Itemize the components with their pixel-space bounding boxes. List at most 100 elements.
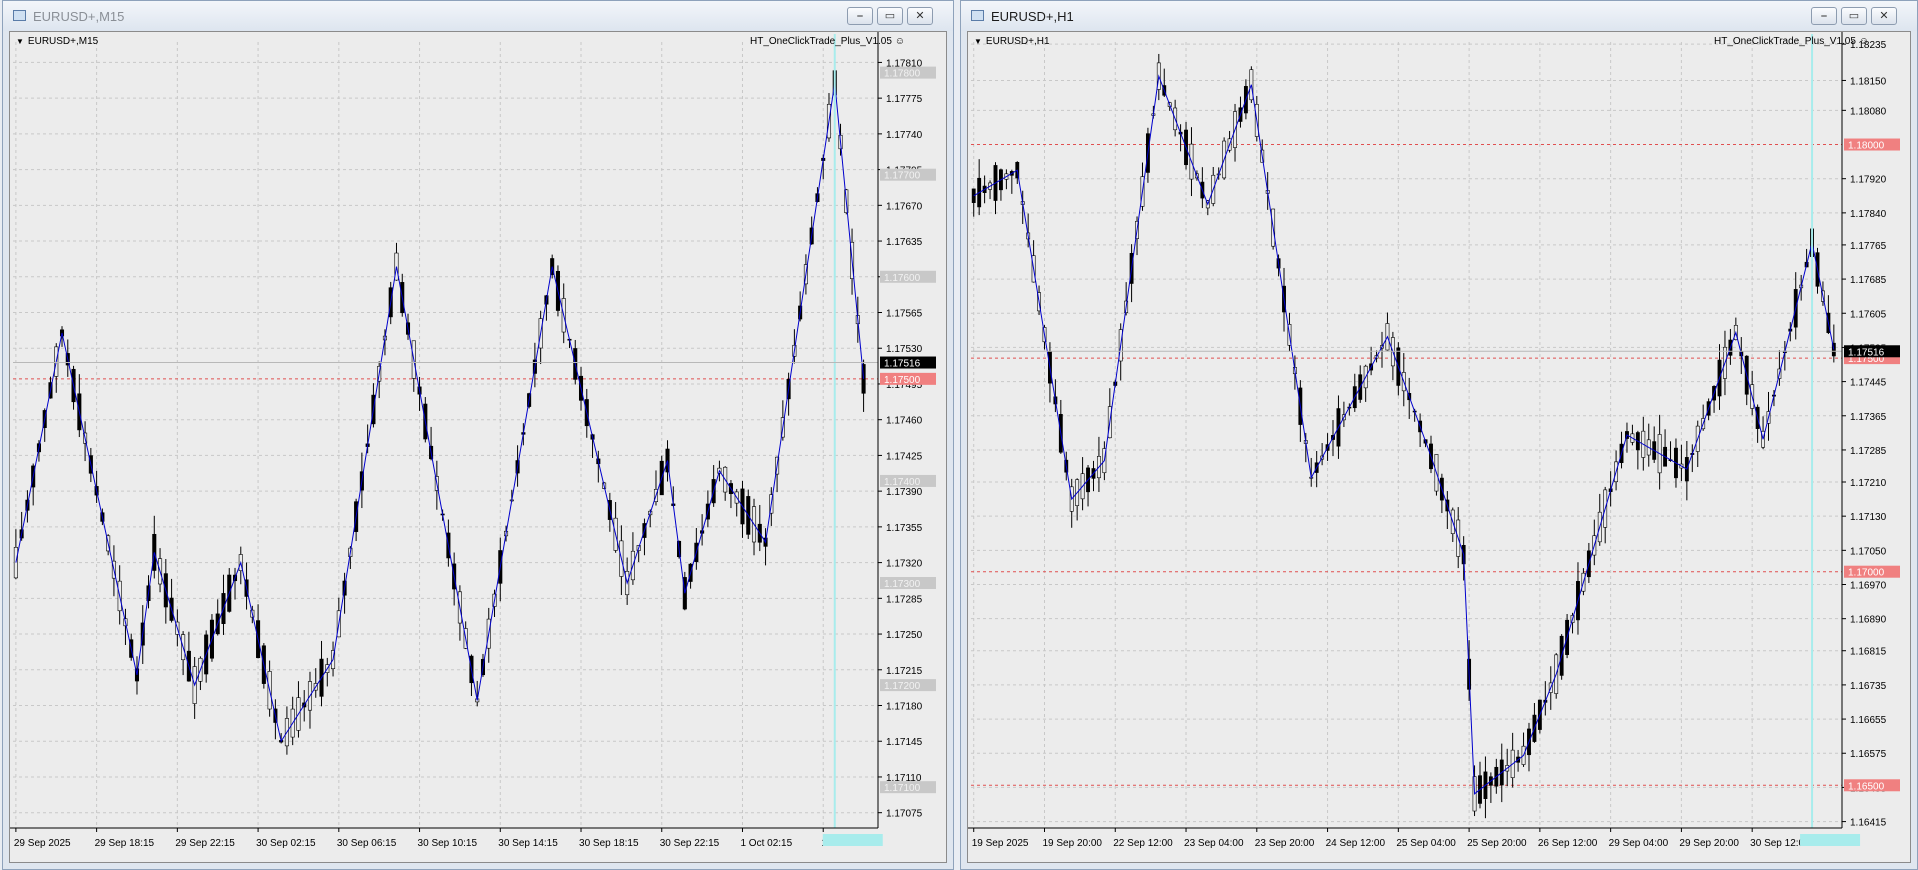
symbol-menu[interactable]: ▼ EURUSD+,H1 xyxy=(974,36,1050,47)
x-tick-label: 23 Sep 04:00 xyxy=(1184,838,1244,849)
candlestick-chart[interactable]: 1.178101.177751.177401.177051.176701.176… xyxy=(10,32,946,864)
dropdown-icon: ▼ xyxy=(974,37,982,46)
y-tick-label: 1.17605 xyxy=(1850,309,1887,320)
y-tick-label: 1.17685 xyxy=(1850,275,1887,286)
window-title: EURUSD+,M15 xyxy=(33,9,125,24)
current-price-label: 1.17516 xyxy=(884,359,921,370)
y-tick-label: 1.16415 xyxy=(1850,818,1887,829)
close-button[interactable]: ✕ xyxy=(1871,7,1897,25)
symbol-label: EURUSD+,H1 xyxy=(985,36,1050,47)
x-tick-label: 30 Sep 06:15 xyxy=(337,838,397,849)
current-price-label: 1.17516 xyxy=(1848,347,1885,358)
chart-area[interactable]: 1.178101.177751.177401.177051.176701.176… xyxy=(9,31,947,863)
window-title: EURUSD+,H1 xyxy=(991,9,1074,24)
x-tick-label: 29 Sep 22:15 xyxy=(175,838,235,849)
level-label: 1.17100 xyxy=(884,783,921,794)
maximize-button[interactable]: ▭ xyxy=(1841,7,1867,25)
minimize-button[interactable]: ⎯ xyxy=(1811,7,1837,25)
chart-area[interactable]: 1.18235 1.18150 1.18080 1.17920 1.17840 1.177… xyxy=(967,31,1911,863)
vertical-marker-tag xyxy=(822,834,883,846)
price-level-label: 1.17000 xyxy=(1848,568,1885,579)
x-tick-label: 29 Sep 04:00 xyxy=(1609,838,1669,849)
x-tick-label: 22 Sep 12:00 xyxy=(1113,838,1173,849)
candlestick-chart[interactable]: 1.182351.181501.180801.179201.178401.177… xyxy=(968,32,1910,864)
y-tick-label: 1.17285 xyxy=(1850,446,1887,457)
y-tick-label: 1.17285 xyxy=(886,594,923,605)
x-tick-label: 30 Sep 10:15 xyxy=(418,838,478,849)
minimize-button[interactable]: ⎯ xyxy=(847,7,873,25)
y-tick-label: 1.17740 xyxy=(886,130,923,141)
y-tick-label: 1.17145 xyxy=(886,737,923,748)
y-tick-label: 1.17670 xyxy=(886,201,923,212)
y-tick-label: 1.17445 xyxy=(1850,378,1887,389)
x-tick-label: 19 Sep 20:00 xyxy=(1042,838,1102,849)
x-tick-label: 19 Sep 2025 xyxy=(972,838,1029,849)
y-tick-label: 1.16815 xyxy=(1850,647,1887,658)
y-tick-label: 1.16575 xyxy=(1850,749,1887,760)
y-tick-label: 1.17390 xyxy=(886,487,923,498)
x-tick-label: 26 Sep 12:00 xyxy=(1538,838,1598,849)
y-tick-label: 1.17075 xyxy=(886,809,923,820)
x-tick-label: 25 Sep 20:00 xyxy=(1467,838,1527,849)
indicator-label[interactable]: HT_OneClickTrade_Plus_V1.05 ☺ xyxy=(750,36,905,47)
x-tick-label: 30 Sep 14:15 xyxy=(498,838,558,849)
y-tick-label: 1.17365 xyxy=(1850,412,1887,423)
close-button[interactable]: ✕ xyxy=(907,7,933,25)
y-tick-label: 1.16655 xyxy=(1850,715,1887,726)
vertical-marker-tag xyxy=(1800,834,1861,846)
y-tick-label: 1.17840 xyxy=(1850,209,1887,220)
indicator-label[interactable]: HT_OneClickTrade_Plus_V1.05 ☺ xyxy=(1714,36,1869,47)
chart-window-h1[interactable]: EURUSD+,H1 ⎯ ▭ ✕ 1.18235 1.18150 1.18080 1.… xyxy=(960,0,1918,870)
y-tick-label: 1.18080 xyxy=(1850,106,1887,117)
x-tick-label: 30 Sep 18:15 xyxy=(579,838,639,849)
symbol-menu[interactable]: ▼ EURUSD+,M15 xyxy=(16,36,98,47)
window-titlebar[interactable]: EURUSD+,H1 ⎯ ▭ ✕ xyxy=(961,1,1917,31)
x-tick-label: 25 Sep 04:00 xyxy=(1396,838,1456,849)
y-tick-label: 1.17565 xyxy=(886,309,923,320)
price-level-label: 1.17500 xyxy=(884,375,921,386)
candle-body xyxy=(971,188,976,203)
maximize-button[interactable]: ▭ xyxy=(877,7,903,25)
y-tick-label: 1.16735 xyxy=(1850,681,1887,692)
x-tick-label: 29 Sep 18:15 xyxy=(95,838,155,849)
symbol-label: EURUSD+,M15 xyxy=(27,36,99,47)
window-titlebar[interactable]: EURUSD+,M15 ⎯ ▭ ✕ xyxy=(3,1,953,31)
y-tick-label: 1.18150 xyxy=(1850,76,1887,87)
level-label: 1.17700 xyxy=(884,171,921,182)
indicator-name: HT_OneClickTrade_Plus_V1.05 xyxy=(1714,36,1856,47)
x-tick-label: 23 Sep 20:00 xyxy=(1255,838,1315,849)
x-tick-label: 1 Oct 02:15 xyxy=(740,838,792,849)
indicator-name: HT_OneClickTrade_Plus_V1.05 xyxy=(750,36,892,47)
x-tick-label: 29 Sep 20:00 xyxy=(1679,838,1739,849)
y-tick-label: 1.17460 xyxy=(886,416,923,427)
y-tick-label: 1.17180 xyxy=(886,702,923,713)
y-tick-label: 1.17425 xyxy=(886,451,923,462)
x-tick-label: 29 Sep 2025 xyxy=(14,838,71,849)
y-tick-label: 1.17920 xyxy=(1850,175,1887,186)
y-tick-label: 1.16890 xyxy=(1850,615,1887,626)
y-tick-label: 1.17320 xyxy=(886,559,923,570)
x-tick-label: 30 Sep 22:15 xyxy=(660,838,720,849)
y-tick-label: 1.17215 xyxy=(886,666,923,677)
x-tick-label: 24 Sep 12:00 xyxy=(1326,838,1386,849)
y-tick-label: 1.17250 xyxy=(886,630,923,641)
smiley-icon: ☺ xyxy=(894,36,905,47)
y-tick-label: 1.17130 xyxy=(1850,512,1887,523)
price-level-label: 1.18000 xyxy=(1848,141,1885,152)
zigzag-line xyxy=(973,74,1835,795)
price-level-label: 1.16500 xyxy=(1848,781,1885,792)
level-label: 1.17400 xyxy=(884,477,921,488)
dropdown-icon: ▼ xyxy=(16,37,24,46)
chart-window-icon xyxy=(13,10,26,21)
chart-window-icon xyxy=(971,10,984,21)
y-tick-label: 1.17765 xyxy=(1850,241,1887,252)
chart-window-m15[interactable]: EURUSD+,M15 ⎯ ▭ ✕ 1.17810 1.17775 1.17740 1… xyxy=(2,0,954,870)
y-tick-label: 1.17050 xyxy=(1850,546,1887,557)
y-tick-label: 1.17635 xyxy=(886,237,923,248)
level-label: 1.17200 xyxy=(884,681,921,692)
y-tick-label: 1.17210 xyxy=(1850,478,1887,489)
y-tick-label: 1.17530 xyxy=(886,344,923,355)
level-label: 1.17600 xyxy=(884,273,921,284)
smiley-icon: ☺ xyxy=(1858,36,1869,47)
x-tick-label: 30 Sep 02:15 xyxy=(256,838,316,849)
